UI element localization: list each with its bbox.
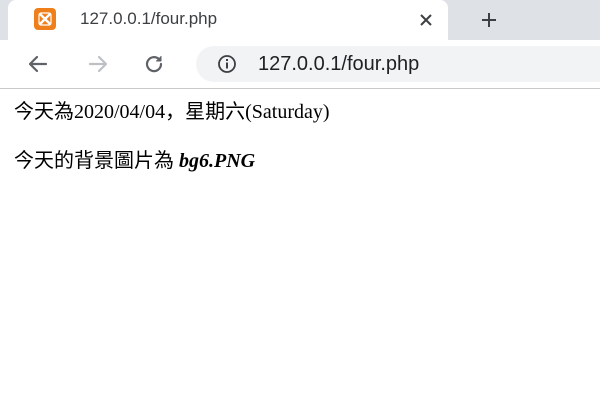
tab-title: 127.0.0.1/four.php: [80, 9, 218, 28]
date-line: 今天為2020/04/04，星期六(Saturday): [14, 101, 330, 123]
background-line-label: 今天的背景圖片為: [14, 150, 179, 172]
xampp-icon: [34, 8, 56, 30]
background-line: 今天的背景圖片為 bg6.PNG: [14, 148, 255, 174]
address-bar[interactable]: 127.0.0.1/four.php: [196, 46, 600, 82]
close-icon[interactable]: [414, 8, 438, 32]
browser-toolbar: 127.0.0.1/four.php: [0, 40, 600, 89]
plus-icon[interactable]: [475, 6, 503, 34]
background-filename: bg6.PNG: [179, 150, 256, 172]
forward-arrow-icon[interactable]: [84, 50, 112, 78]
tab-strip: 127.0.0.1/four.php: [0, 0, 600, 40]
back-arrow-icon[interactable]: [24, 50, 52, 78]
reload-icon[interactable]: [140, 50, 168, 78]
info-icon[interactable]: [216, 53, 238, 75]
url-text: 127.0.0.1/four.php: [258, 53, 420, 75]
browser-window: 127.0.0.1/four.php 127.0.0.1/four.php 今天…: [0, 0, 600, 400]
active-tab[interactable]: 127.0.0.1/four.php: [8, 0, 448, 40]
page-content: 今天為2020/04/04，星期六(Saturday) 今天的背景圖片為 bg6…: [0, 89, 600, 400]
